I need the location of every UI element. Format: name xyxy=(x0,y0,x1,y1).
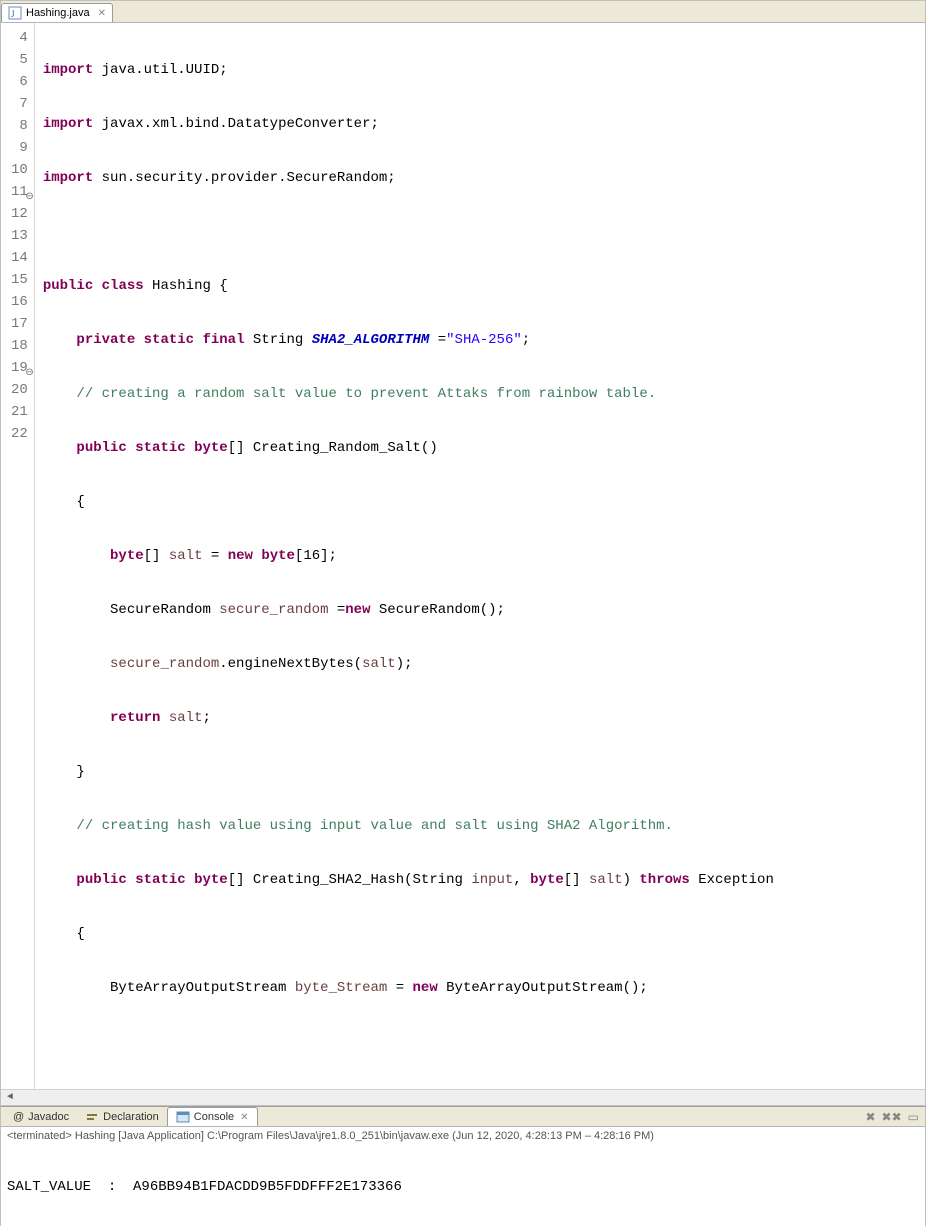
close-icon[interactable]: ✕ xyxy=(240,1112,248,1123)
remove-all-icon[interactable]: ✖✖ xyxy=(882,1110,902,1124)
console-icon xyxy=(176,1110,190,1124)
line-number-gutter: 4 5 6 7 8 9 10 11⊖ 12 13 14 15 16 17 18 … xyxy=(1,23,35,1089)
svg-text:J: J xyxy=(11,9,15,19)
bottom-panel: @ Javadoc Declaration Console ✕ ✖ ✖✖ ▭ <… xyxy=(0,1106,926,1226)
console-toolbar: ✖ ✖✖ ▭ xyxy=(865,1110,925,1124)
fold-collapse-icon[interactable]: ⊖ xyxy=(24,363,34,373)
keyword: public xyxy=(43,278,93,294)
tab-console[interactable]: Console ✕ xyxy=(167,1107,258,1126)
console-line: SALT_VALUE : A96BB94B1FDACDD9B5FDDFFF2E1… xyxy=(7,1179,919,1195)
editor-tab-bar: J Hashing.java ✕ xyxy=(1,1,925,23)
termination-line: <terminated> Hashing [Java Application] … xyxy=(1,1127,925,1145)
string-literal: "SHA-256" xyxy=(446,332,522,348)
declaration-icon xyxy=(85,1110,99,1124)
fold-collapse-icon[interactable]: ⊖ xyxy=(24,187,34,197)
scroll-left-icon[interactable]: ◄ xyxy=(3,1091,17,1105)
keyword: class xyxy=(102,278,144,294)
java-file-icon: J xyxy=(8,6,22,20)
console-output[interactable]: SALT_VALUE : A96BB94B1FDACDD9B5FDDFFF2E1… xyxy=(1,1145,925,1226)
keyword: import xyxy=(43,62,93,78)
editor-tab-label: Hashing.java xyxy=(26,7,90,19)
editor-area: J Hashing.java ✕ 4 5 6 7 8 9 10 11⊖ 12 1… xyxy=(0,0,926,1106)
tab-label: Console xyxy=(194,1111,234,1123)
tab-javadoc[interactable]: @ Javadoc xyxy=(5,1109,77,1125)
comment: // creating a random salt value to preve… xyxy=(76,386,656,402)
close-icon[interactable]: ✕ xyxy=(98,8,106,19)
tab-label: Declaration xyxy=(103,1111,159,1123)
editor-tab-hashing[interactable]: J Hashing.java ✕ xyxy=(1,3,113,22)
constant-field: SHA2_ALGORITHM xyxy=(312,332,430,348)
comment: // creating hash value using input value… xyxy=(76,818,673,834)
tab-declaration[interactable]: Declaration xyxy=(77,1108,167,1126)
keyword: import xyxy=(43,170,93,186)
remove-launch-icon[interactable]: ✖ xyxy=(865,1110,875,1124)
code-body[interactable]: import java.util.UUID; import javax.xml.… xyxy=(35,23,774,1089)
view-tab-bar: @ Javadoc Declaration Console ✕ ✖ ✖✖ ▭ xyxy=(1,1107,925,1127)
display-select-icon[interactable]: ▭ xyxy=(908,1110,919,1124)
horizontal-scrollbar[interactable]: ◄ xyxy=(1,1089,925,1105)
javadoc-icon: @ xyxy=(13,1111,24,1123)
keyword: import xyxy=(43,116,93,132)
tab-label: Javadoc xyxy=(28,1111,69,1123)
